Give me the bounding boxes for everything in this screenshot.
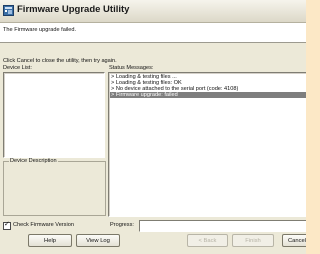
- progress-label: Progress:: [110, 222, 134, 228]
- firmware-upgrade-window: Firmware Upgrade Utility The Firmware up…: [0, 0, 306, 254]
- device-list-label: Device List:: [3, 65, 32, 71]
- status-messages-label: Status Messages:: [109, 65, 154, 71]
- checkmark-icon: ✓: [4, 221, 10, 228]
- back-button[interactable]: < Back: [187, 234, 228, 247]
- finish-button[interactable]: Finish: [232, 234, 274, 247]
- title-bar[interactable]: Firmware Upgrade Utility: [0, 0, 306, 23]
- device-list[interactable]: [3, 72, 105, 158]
- instruction-text: Click Cancel to close the utility, then …: [3, 58, 117, 64]
- status-message-line[interactable]: > Firmware upgrade: failed: [110, 92, 306, 98]
- device-description-group: Device Description: [3, 158, 106, 216]
- app-icon: [3, 5, 14, 16]
- check-firmware-version-label: Check Firmware Version: [13, 222, 74, 228]
- device-description-title: Device Description: [9, 158, 58, 165]
- check-firmware-version-checkbox[interactable]: ✓: [3, 221, 11, 230]
- window-title: Firmware Upgrade Utility: [17, 4, 130, 15]
- failure-message: The Firmware upgrade failed.: [3, 27, 77, 33]
- view-log-button[interactable]: View Log: [76, 234, 120, 247]
- header-panel: The Firmware upgrade failed.: [0, 23, 306, 43]
- help-button[interactable]: Help: [28, 234, 72, 247]
- status-messages-list[interactable]: > Loading & testing files ... > Loading &…: [108, 72, 306, 217]
- progress-bar: [139, 220, 306, 232]
- cancel-button[interactable]: Cancel: [282, 234, 306, 247]
